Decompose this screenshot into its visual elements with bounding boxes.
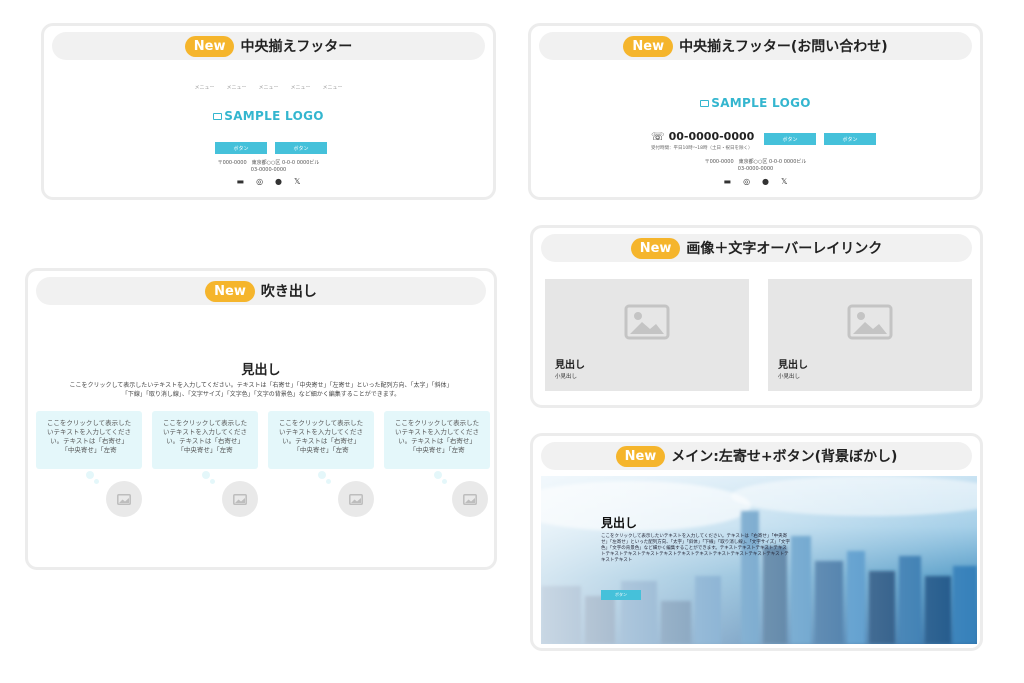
new-badge: New [630, 237, 681, 259]
x-icon: 𝕏 [294, 177, 301, 186]
youtube-icon: ▬ [723, 177, 732, 186]
hero-button: ボタン [601, 590, 641, 600]
card-header: New メイン:左寄せ+ボタン(背景ぼかし) [541, 442, 972, 470]
footer-buttons: ボタン ボタン [764, 133, 876, 145]
phone-hours: 受付時間：平日10時〜18時（土日・祝日を除く） [651, 146, 753, 151]
template-card-image-overlay[interactable]: New 画像＋文字オーバーレイリンク 見出し 小見出し 見出し 小見出し [530, 225, 983, 408]
new-badge: New [623, 35, 674, 57]
sample-logo: SAMPLE LOGO [44, 109, 493, 123]
nav-item: メニュー [194, 85, 215, 91]
template-card-footer-contact[interactable]: New 中央揃えフッター(お問い合わせ) SAMPLE LOGO ☏ 00-00… [528, 23, 983, 200]
image-placeholder-icon [349, 493, 363, 505]
template-card-speech-bubble[interactable]: New 吹き出し 見出し ここをクリックして表示したいテキストを入力してください… [25, 268, 497, 570]
new-badge: New [615, 445, 666, 467]
overlay-heading: 見出し [555, 360, 585, 371]
footer-buttons: ボタン ボタン [215, 142, 327, 154]
overlay-subheading: 小見出し [778, 374, 801, 380]
logo-image-icon [213, 113, 223, 120]
nav-item: メニュー [226, 85, 247, 91]
phone-number: ☏ 00-0000-0000 [651, 130, 755, 143]
new-badge: New [184, 35, 235, 57]
image-placeholder-icon [624, 304, 670, 340]
new-badge: New [205, 280, 255, 302]
hero-background-image: 見出し ここをクリックして表示したいテキストを入力してください。テキストは「右寄… [541, 476, 977, 644]
overlay-subheading: 小見出し [555, 374, 578, 380]
speech-bubble: ここをクリックして表示したいテキストを入力してください。テキストは「右寄せ」「中… [268, 411, 374, 469]
overlay-heading: 見出し [778, 360, 808, 371]
x-icon: 𝕏 [781, 177, 788, 186]
card-title: 画像＋文字オーバーレイリンク [686, 241, 883, 257]
youtube-icon: ▬ [236, 177, 245, 186]
nav-item: メニュー [290, 85, 311, 91]
footer-nav: メニュー メニュー メニュー メニュー メニュー [44, 84, 493, 91]
speech-bubble: ここをクリックして表示したいテキストを入力してください。テキストは「右寄せ」「中… [384, 411, 490, 469]
card-header: New 中央揃えフッター [52, 32, 485, 60]
bubble-tail [210, 479, 215, 484]
hero-heading: 見出し [601, 516, 638, 530]
bubble-tail [86, 471, 94, 479]
social-links: ▬ ◎ ● 𝕏 [44, 177, 493, 186]
card-title: 吹き出し [260, 284, 317, 300]
avatar-image [338, 481, 374, 517]
overlay-image-item: 見出し 小見出し [768, 279, 972, 391]
social-links: ▬ ◎ ● 𝕏 [531, 177, 980, 186]
sample-logo: SAMPLE LOGO [531, 96, 980, 110]
nav-item: メニュー [258, 85, 279, 91]
image-placeholder-icon [847, 304, 893, 340]
avatar-image [106, 481, 142, 517]
instagram-icon: ◎ [256, 177, 264, 186]
facebook-icon: ● [275, 177, 283, 186]
avatar-image [222, 481, 258, 517]
phone-icon: ☏ [651, 130, 665, 143]
speech-bubble: ここをクリックして表示したいテキストを入力してください。テキストは「右寄せ」「中… [152, 411, 258, 469]
footer-button: ボタン [215, 142, 267, 154]
nav-item: メニュー [322, 85, 343, 91]
footer-button: ボタン [764, 133, 816, 145]
template-card-hero-left[interactable]: New メイン:左寄せ+ボタン(背景ぼかし) 見出し ここをクリックして表示した… [530, 433, 983, 651]
footer-button: ボタン [824, 133, 876, 145]
footer-button: ボタン [275, 142, 327, 154]
avatar-image [452, 481, 488, 517]
section-heading: 見出し [241, 363, 281, 378]
bubble-tail [94, 479, 99, 484]
template-card-footer-center[interactable]: New 中央揃えフッター メニュー メニュー メニュー メニュー メニュー SA… [41, 23, 496, 200]
footer-address: 〒000-0000 東京都○○区 0-0-0 0000ビル 03-0000-00… [217, 160, 320, 173]
facebook-icon: ● [762, 177, 770, 186]
card-header: New 吹き出し [36, 277, 486, 305]
overlay-image-item: 見出し 小見出し [545, 279, 749, 391]
bubble-tail [442, 479, 447, 484]
logo-image-icon [700, 100, 710, 107]
image-placeholder-icon [117, 493, 131, 505]
image-placeholder-icon [463, 493, 477, 505]
card-header: New 画像＋文字オーバーレイリンク [541, 234, 972, 262]
image-placeholder-icon [233, 493, 247, 505]
bubble-tail [202, 471, 210, 479]
card-title: 中央揃えフッター [240, 39, 353, 55]
bubble-tail [318, 471, 326, 479]
section-paragraph: ここをクリックして表示したいテキストを入力してください。テキストは「右寄せ」「中… [69, 382, 453, 398]
card-title: 中央揃えフッター(お問い合わせ) [679, 39, 888, 55]
bubble-tail [434, 471, 442, 479]
instagram-icon: ◎ [743, 177, 751, 186]
hero-paragraph: ここをクリックして表示したいテキストを入力してください。テキストは「右寄せ」「中… [601, 534, 790, 563]
card-title: メイン:左寄せ+ボタン(背景ぼかし) [671, 449, 898, 465]
bubble-tail [326, 479, 331, 484]
speech-bubble: ここをクリックして表示したいテキストを入力してください。テキストは「右寄せ」「中… [36, 411, 142, 469]
card-header: New 中央揃えフッター(お問い合わせ) [539, 32, 972, 60]
footer-address: 〒000-0000 東京都○○区 0-0-0 0000ビル 03-0000-00… [704, 159, 807, 172]
